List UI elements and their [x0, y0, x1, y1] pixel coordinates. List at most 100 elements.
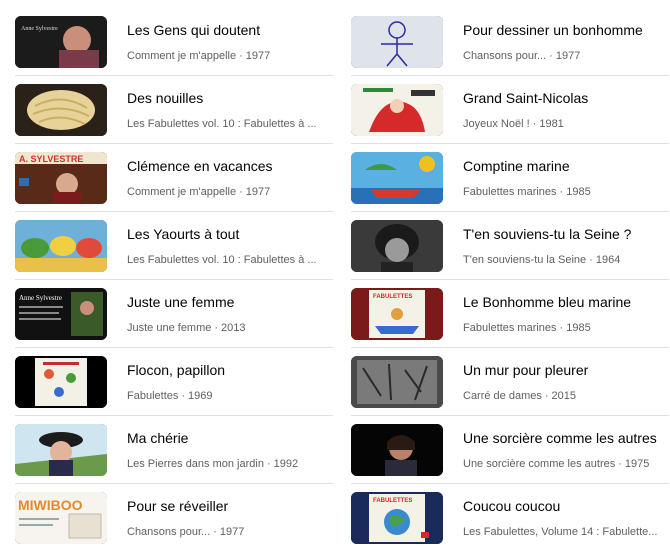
album-link[interactable]: Fabulettes marines: [463, 321, 557, 335]
album-link[interactable]: Les Pierres dans mon jardin: [127, 457, 264, 471]
album-link[interactable]: Juste une femme: [127, 321, 211, 335]
boat-illustration-thumbnail[interactable]: [351, 152, 443, 204]
song-subtitle: T'en souviens-tu la Seine · 1964: [463, 253, 669, 267]
song-subtitle: Fabulettes marines · 1985: [463, 321, 669, 335]
song-info: Les Yaourts à tout Les Fabulettes vol. 10…: [127, 225, 333, 267]
song-item[interactable]: Pour dessiner un bonhomme Chansons pour..…: [351, 8, 669, 76]
song-info: Coucou coucou Les Fabulettes, Volume 14 :…: [463, 497, 669, 539]
album-link[interactable]: Les Fabulettes, Volume 14 : Fabulette...: [463, 525, 657, 539]
release-year: 1977: [555, 50, 581, 62]
separator-dot: ·: [618, 458, 622, 470]
release-year: 1985: [566, 322, 591, 334]
album-link[interactable]: Chansons pour...: [463, 49, 546, 63]
song-subtitle: Chansons pour... · 1977: [463, 49, 669, 63]
saint-nicolas-cover-thumbnail[interactable]: [351, 84, 443, 136]
album-link[interactable]: Les Fabulettes vol. 10 : Fabulettes à ..…: [127, 253, 317, 267]
song-title[interactable]: T'en souviens-tu la Seine ?: [463, 225, 669, 243]
song-title[interactable]: Coucou coucou: [463, 497, 669, 515]
release-year: 1985: [566, 186, 591, 198]
song-title[interactable]: Un mur pour pleurer: [463, 361, 669, 379]
song-item[interactable]: Anne Sylvestre Les Gens qui doutent Commen…: [15, 8, 333, 76]
song-item[interactable]: Les Yaourts à tout Les Fabulettes vol. 10…: [15, 212, 333, 280]
stick-figure-drawing-thumbnail[interactable]: [351, 16, 443, 68]
song-info: Les Gens qui doutent Comment je m'appelle…: [127, 21, 333, 63]
album-link[interactable]: Joyeux Noël !: [463, 117, 530, 131]
song-item[interactable]: Grand Saint-Nicolas Joyeux Noël ! · 1981: [351, 76, 669, 144]
song-title[interactable]: Flocon, papillon: [127, 361, 333, 379]
album-cover-thumbnail[interactable]: [15, 356, 107, 408]
separator-dot: ·: [181, 390, 186, 402]
separator-dot: ·: [559, 186, 564, 198]
song-title[interactable]: Les Gens qui doutent: [127, 21, 333, 39]
svg-text:Anne Sylvestre: Anne Sylvestre: [21, 26, 58, 32]
bw-portrait-thumbnail[interactable]: [351, 220, 443, 272]
release-year: 1977: [245, 50, 271, 62]
song-item[interactable]: T'en souviens-tu la Seine ? T'en souviens…: [351, 212, 669, 280]
song-title[interactable]: Des nouilles: [127, 89, 333, 107]
song-title[interactable]: Clémence en vacances: [127, 157, 333, 175]
release-year: 2015: [551, 390, 577, 402]
song-title[interactable]: Grand Saint-Nicolas: [463, 89, 669, 107]
song-item[interactable]: MIWIBOO Pour se réveiller Chansons pour...…: [15, 484, 333, 552]
song-subtitle: Carré de dames · 2015: [463, 389, 669, 403]
release-year: 1969: [188, 390, 213, 402]
separator-dot: ·: [239, 50, 243, 62]
separator-dot: ·: [544, 390, 549, 402]
svg-text:Anne Sylvestre: Anne Sylvestre: [19, 294, 62, 302]
release-year: 1975: [624, 458, 650, 470]
cartoon-illustration-thumbnail[interactable]: [15, 220, 107, 272]
song-item[interactable]: A. SYLVESTRE Clémence en vacances Comment …: [15, 144, 333, 212]
noodles-thumbnail[interactable]: [15, 84, 107, 136]
song-subtitle: Les Fabulettes vol. 10 : Fabulettes à ..…: [127, 117, 333, 131]
album-link[interactable]: Chansons pour...: [127, 525, 210, 539]
separator-dot: ·: [532, 118, 537, 130]
album-link[interactable]: Comment je m'appelle: [127, 185, 236, 199]
song-info: Un mur pour pleurer Carré de dames · 2015: [463, 361, 669, 403]
album-link[interactable]: Les Fabulettes vol. 10 : Fabulettes à ..…: [127, 117, 317, 131]
song-item[interactable]: Flocon, papillon Fabulettes · 1969: [15, 348, 333, 416]
miwiboo-thumbnail[interactable]: MIWIBOO: [15, 492, 107, 544]
song-title[interactable]: Pour dessiner un bonhomme: [463, 21, 669, 39]
song-info: Ma chérie Les Pierres dans mon jardin · 199…: [127, 429, 333, 471]
song-item[interactable]: Comptine marine Fabulettes marines · 1985: [351, 144, 669, 212]
song-item[interactable]: Des nouilles Les Fabulettes vol. 10 : Fab…: [15, 76, 333, 144]
album-link[interactable]: Fabulettes marines: [463, 185, 557, 199]
woman-hat-thumbnail[interactable]: [15, 424, 107, 476]
song-item[interactable]: FABULETTES Coucou coucou Les Fabulettes, V…: [351, 484, 669, 552]
song-item[interactable]: Un mur pour pleurer Carré de dames · 2015: [351, 348, 669, 416]
fabulettes-cover-thumbnail[interactable]: FABULETTES: [351, 288, 443, 340]
song-title[interactable]: Les Yaourts à tout: [127, 225, 333, 243]
release-year: 1992: [273, 458, 299, 470]
portrait-thumbnail[interactable]: Anne Sylvestre: [15, 16, 107, 68]
song-info: Le Bonhomme bleu marine Fabulettes marine…: [463, 293, 669, 335]
song-info: Des nouilles Les Fabulettes vol. 10 : Fab…: [127, 89, 333, 131]
song-title[interactable]: Comptine marine: [463, 157, 669, 175]
song-title[interactable]: Le Bonhomme bleu marine: [463, 293, 669, 311]
album-link[interactable]: T'en souviens-tu la Seine: [463, 253, 586, 267]
song-item[interactable]: Anne Sylvestre Juste une femme Juste une f…: [15, 280, 333, 348]
fabulettes-globe-cover-thumbnail[interactable]: FABULETTES: [351, 492, 443, 544]
song-title[interactable]: Ma chérie: [127, 429, 333, 447]
album-link[interactable]: Une sorcière comme les autres: [463, 457, 615, 471]
song-subtitle: Comment je m'appelle · 1977: [127, 49, 333, 63]
graffiti-wall-thumbnail[interactable]: [351, 356, 443, 408]
singer-tv-thumbnail[interactable]: A. SYLVESTRE: [15, 152, 107, 204]
concert-poster-thumbnail[interactable]: Anne Sylvestre: [15, 288, 107, 340]
song-subtitle: Fabulettes · 1969: [127, 389, 333, 403]
song-item[interactable]: Ma chérie Les Pierres dans mon jardin · 199…: [15, 416, 333, 484]
song-title[interactable]: Une sorcière comme les autres: [463, 429, 669, 447]
svg-text:FABULETTES: FABULETTES: [373, 498, 412, 504]
svg-text:MIWIBOO: MIWIBOO: [18, 497, 83, 513]
album-link[interactable]: Fabulettes: [127, 389, 178, 403]
song-item[interactable]: Une sorcière comme les autres Une sorcièr…: [351, 416, 669, 484]
singer-stage-thumbnail[interactable]: [351, 424, 443, 476]
release-year: 1964: [595, 254, 621, 266]
release-year: 2013: [221, 322, 246, 334]
song-subtitle: Joyeux Noël ! · 1981: [463, 117, 669, 131]
song-item[interactable]: FABULETTES Le Bonhomme bleu marine Fabulet…: [351, 280, 669, 348]
album-link[interactable]: Carré de dames: [463, 389, 542, 403]
song-title[interactable]: Pour se réveiller: [127, 497, 333, 515]
song-title[interactable]: Juste une femme: [127, 293, 333, 311]
album-link[interactable]: Comment je m'appelle: [127, 49, 236, 63]
separator-dot: ·: [549, 50, 553, 62]
